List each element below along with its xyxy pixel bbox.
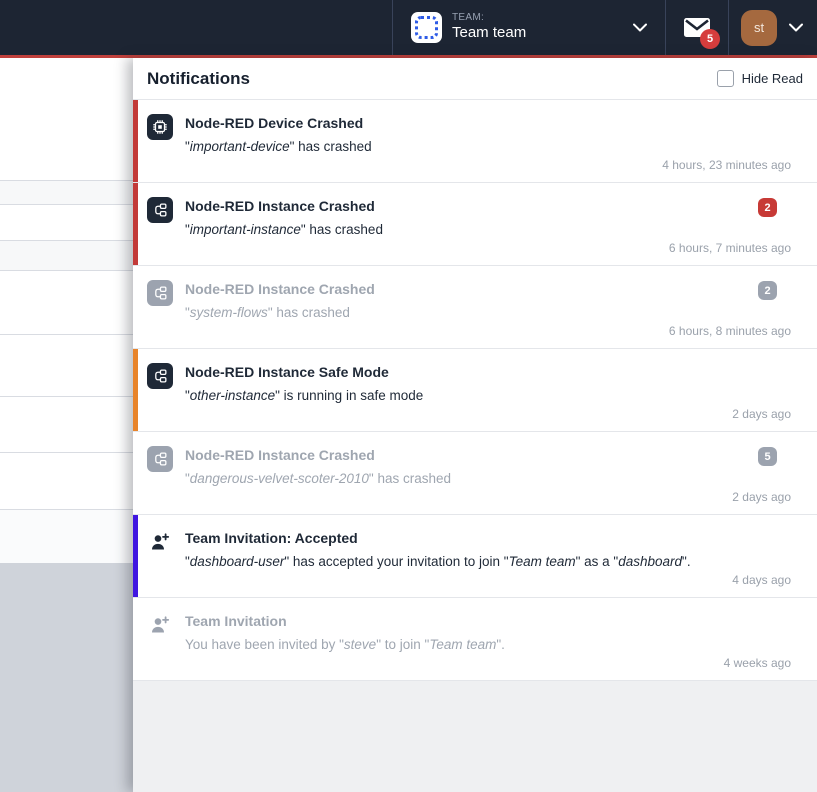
- notification-timestamp: 4 weeks ago: [724, 656, 791, 670]
- notification-accent-bar: [133, 598, 138, 680]
- notification-item[interactable]: Node-RED Instance Crashed "important-ins…: [133, 183, 817, 266]
- notification-message: "dangerous-velvet-scoter-2010" has crash…: [185, 471, 793, 486]
- team-avatar-icon: [411, 12, 442, 43]
- notification-title: Node-RED Instance Safe Mode: [185, 364, 793, 381]
- notification-content: Node-RED Instance Crashed "dangerous-vel…: [185, 446, 793, 504]
- device-chip-icon: [147, 114, 173, 140]
- notification-timestamp: 6 hours, 8 minutes ago: [669, 324, 791, 338]
- notification-title: Node-RED Instance Crashed: [185, 198, 793, 215]
- notification-accent-bar: [133, 432, 138, 514]
- notification-count-badge: 2: [758, 281, 777, 300]
- user-plus-icon: [147, 612, 173, 638]
- chevron-down-icon: [789, 23, 803, 32]
- notification-item[interactable]: Node-RED Device Crashed "important-devic…: [133, 100, 817, 183]
- notification-list: Node-RED Device Crashed "important-devic…: [133, 100, 817, 681]
- notification-title: Node-RED Instance Crashed: [185, 447, 793, 464]
- notification-count-badge: 2: [758, 198, 777, 217]
- notification-count-badge: 5: [758, 447, 777, 466]
- top-navbar: TEAM: Team team 5 st: [0, 0, 817, 55]
- notification-content: Team Invitation: Accepted "dashboard-use…: [185, 529, 793, 587]
- team-switcher[interactable]: TEAM: Team team: [393, 0, 665, 55]
- user-plus-icon: [147, 529, 173, 555]
- screen: TEAM: Team team 5 st: [0, 0, 817, 792]
- instance-icon: [147, 280, 173, 306]
- team-switcher-text: TEAM: Team team: [452, 12, 623, 43]
- notification-timestamp: 4 hours, 23 minutes ago: [662, 158, 791, 172]
- panel-title: Notifications: [147, 69, 250, 89]
- notifications-panel: Notifications Hide Read Node-RED Device …: [133, 58, 817, 792]
- notification-message: "other-instance" is running in safe mode: [185, 388, 793, 403]
- notification-title: Team Invitation: [185, 613, 793, 630]
- notification-title: Node-RED Instance Crashed: [185, 281, 793, 298]
- avatar: st: [741, 10, 777, 46]
- team-avatar-pattern: [415, 16, 438, 39]
- team-label: TEAM:: [452, 12, 623, 25]
- notification-message: You have been invited by "steve" to join…: [185, 637, 793, 652]
- notification-timestamp: 2 days ago: [732, 490, 791, 504]
- notifications-button[interactable]: 5: [666, 0, 728, 55]
- notification-item[interactable]: Node-RED Instance Crashed "system-flows"…: [133, 266, 817, 349]
- notification-item[interactable]: Team Invitation You have been invited by…: [133, 598, 817, 681]
- notification-title: Node-RED Device Crashed: [185, 115, 793, 132]
- notification-item[interactable]: Node-RED Instance Crashed "dangerous-vel…: [133, 432, 817, 515]
- unread-count-badge: 5: [700, 29, 720, 49]
- notification-accent-bar: [133, 266, 138, 348]
- notification-message: "important-instance" has crashed: [185, 222, 793, 237]
- notification-content: Node-RED Instance Safe Mode "other-insta…: [185, 363, 793, 421]
- notification-message: "dashboard-user" has accepted your invit…: [185, 554, 793, 569]
- notification-timestamp: 6 hours, 7 minutes ago: [669, 241, 791, 255]
- notification-accent-bar: [133, 183, 138, 265]
- notifications-panel-header: Notifications Hide Read: [133, 58, 817, 100]
- instance-icon: [147, 197, 173, 223]
- notification-accent-bar: [133, 515, 138, 597]
- notification-accent-bar: [133, 349, 138, 431]
- hide-read-label: Hide Read: [742, 71, 803, 86]
- notification-timestamp: 4 days ago: [732, 573, 791, 587]
- notification-message: "system-flows" has crashed: [185, 305, 793, 320]
- notification-item[interactable]: Team Invitation: Accepted "dashboard-use…: [133, 515, 817, 598]
- hide-read-toggle[interactable]: Hide Read: [717, 70, 803, 87]
- user-menu[interactable]: st: [729, 0, 817, 55]
- notification-timestamp: 2 days ago: [732, 407, 791, 421]
- team-name: Team team: [452, 24, 623, 43]
- notification-title: Team Invitation: Accepted: [185, 530, 793, 547]
- instance-icon: [147, 446, 173, 472]
- notification-accent-bar: [133, 100, 138, 182]
- notification-content: Team Invitation You have been invited by…: [185, 612, 793, 670]
- notification-message: "important-device" has crashed: [185, 139, 793, 154]
- instance-icon: [147, 363, 173, 389]
- chevron-down-icon: [633, 23, 647, 32]
- hide-read-checkbox[interactable]: [717, 70, 734, 87]
- notification-item[interactable]: Node-RED Instance Safe Mode "other-insta…: [133, 349, 817, 432]
